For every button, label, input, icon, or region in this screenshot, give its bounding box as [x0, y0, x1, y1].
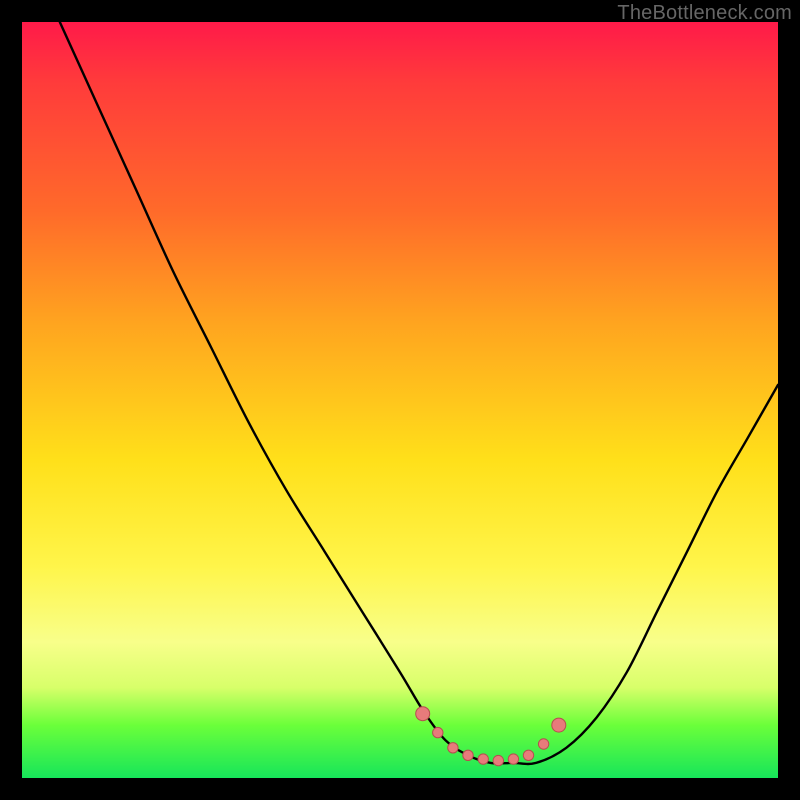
bottleneck-curve: [60, 22, 778, 764]
valley-marker-dot: [463, 750, 473, 760]
chart-frame: TheBottleneck.com: [0, 0, 800, 800]
valley-marker-dot: [552, 718, 566, 732]
valley-marker-dot: [478, 754, 488, 764]
valley-marker-dot: [493, 755, 503, 765]
chart-plot-area: [22, 22, 778, 778]
valley-marker-dot: [416, 707, 430, 721]
valley-marker-dot: [538, 739, 548, 749]
valley-marker-dot: [523, 750, 533, 760]
valley-marker-dot: [508, 754, 518, 764]
chart-svg: [22, 22, 778, 778]
valley-markers: [416, 707, 566, 766]
watermark-text: TheBottleneck.com: [617, 2, 792, 25]
valley-marker-dot: [433, 727, 443, 737]
valley-marker-dot: [448, 743, 458, 753]
